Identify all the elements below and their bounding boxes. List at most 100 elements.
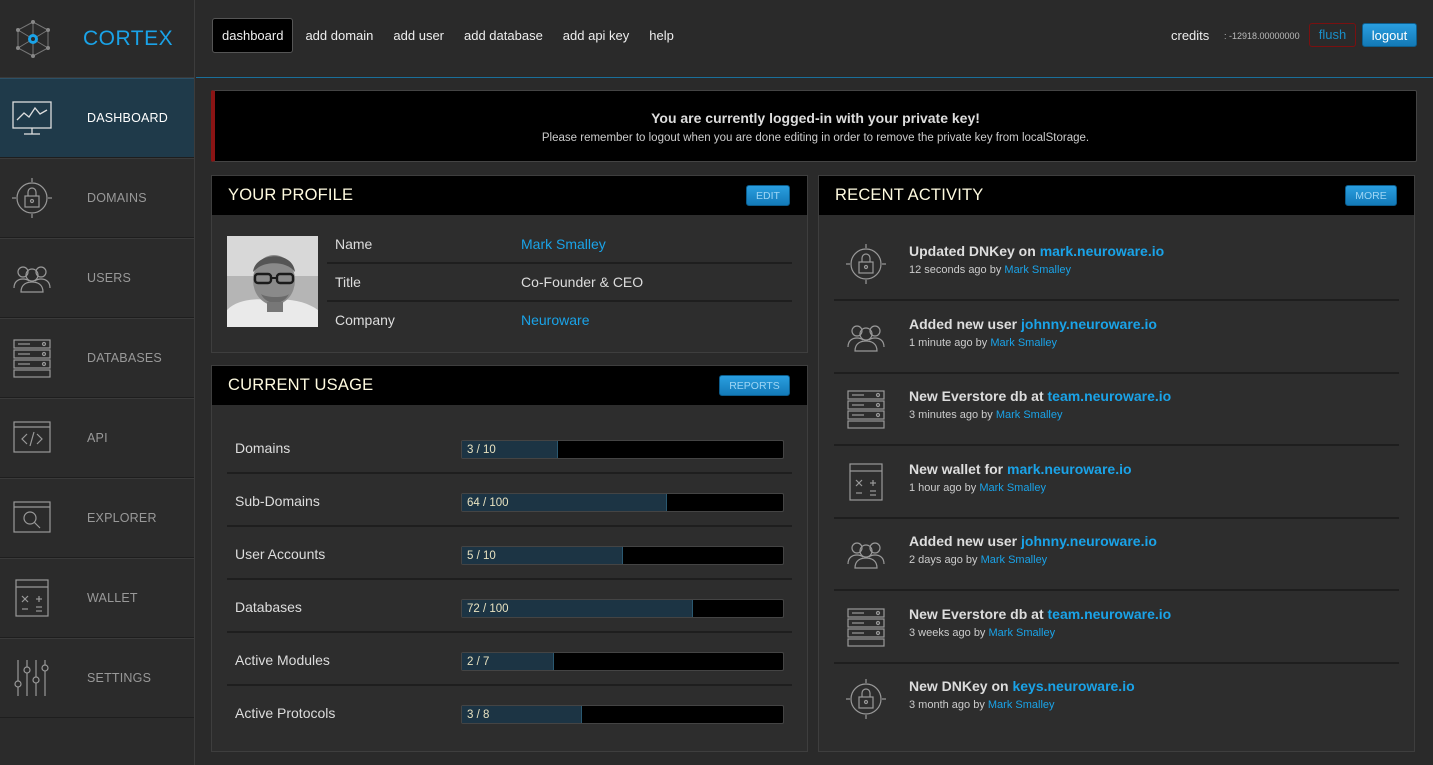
activity-action: New Everstore db at [909,388,1048,404]
activity-text: New wallet for mark.neuroware.io [909,461,1132,477]
usage-row: Sub-Domains 64 / 100 [227,474,792,527]
usage-value: 5 / 10 [467,550,496,562]
activity-target-link[interactable]: keys.neuroware.io [1012,678,1134,694]
usage-progress-bar: 5 / 10 [461,546,784,565]
activity-action: Added new user [909,533,1022,549]
profile-key: Company [335,312,395,328]
avatar [227,236,318,327]
flush-button[interactable]: flush [1309,23,1356,47]
activity-action: New Everstore db at [909,606,1048,622]
sidebar-item-wallet[interactable]: WALLET [0,558,194,638]
logo[interactable]: CORTEX [0,0,194,78]
sidebar-item-label: USERS [87,271,132,285]
activity-action: New DNKey on [909,678,1013,694]
activity-user-link[interactable]: Mark Smalley [989,627,1056,639]
activity-meta: 1 hour ago by Mark Smalley [909,482,1046,494]
usage-value: 64 / 100 [467,497,509,509]
activity-user-link[interactable]: Mark Smalley [979,482,1046,494]
usage-progress-bar: 3 / 10 [461,440,784,459]
activity-text: Added new user johnny.neuroware.io [909,533,1157,549]
usage-row: Domains 3 / 10 [227,421,792,474]
top-bar: dashboard add domain add user add databa… [196,0,1433,78]
sidebar-item-domains[interactable]: DOMAINS [0,158,194,238]
edit-profile-button[interactable]: EDIT [746,185,790,206]
topnav-add-api-key[interactable]: add api key [553,19,640,52]
activity-item: Updated DNKey on mark.neuroware.io 12 se… [834,228,1399,301]
usage-label: Domains [235,440,291,456]
profile-key: Title [335,274,361,290]
profile-company-link[interactable]: Neuroware [521,312,589,328]
credits-label: credits [1171,28,1210,43]
activity-user-link[interactable]: Mark Smalley [990,337,1057,349]
activity-time: 2 days ago by [909,554,981,566]
credits-value: : -12918.00000000 [1224,31,1300,41]
profile-name-link[interactable]: Mark Smalley [521,236,606,252]
activity-target-link[interactable]: team.neuroware.io [1048,388,1172,404]
usage-progress-bar: 2 / 7 [461,652,784,671]
reports-button[interactable]: REPORTS [719,375,790,396]
activity-target-link[interactable]: johnny.neuroware.io [1021,316,1157,332]
activity-panel: RECENT ACTIVITY MORE Updated DNKey on ma… [818,175,1415,752]
usage-row: Databases 72 / 100 [227,580,792,633]
sidebar-item-label: EXPLORER [87,511,157,525]
topnav-add-database[interactable]: add database [454,19,553,52]
database-server-icon [13,339,51,378]
app-name: CORTEX [83,26,174,50]
profile-panel-header: YOUR PROFILE EDIT [212,176,807,215]
topnav-add-user[interactable]: add user [383,19,454,52]
sidebar-item-users[interactable]: USERS [0,238,194,318]
activity-meta: 1 minute ago by Mark Smalley [909,337,1057,349]
usage-label: Sub-Domains [235,493,320,509]
domain-lock-icon [846,244,886,284]
activity-target-link[interactable]: team.neuroware.io [1048,606,1172,622]
activity-target-link[interactable]: mark.neuroware.io [1007,461,1132,477]
domain-lock-icon [846,679,886,719]
activity-time: 3 weeks ago by [909,627,989,639]
sidebar-item-databases[interactable]: DATABASES [0,318,194,398]
usage-row: Active Modules 2 / 7 [227,633,792,686]
profile-title: YOUR PROFILE [228,186,354,204]
activity-user-link[interactable]: Mark Smalley [996,409,1063,421]
activity-text: New DNKey on keys.neuroware.io [909,678,1135,694]
activity-item: New Everstore db at team.neuroware.io 3 … [834,373,1399,446]
topnav-add-domain[interactable]: add domain [295,19,383,52]
profile-row-company: Company Neuroware [327,302,792,340]
activity-item: New wallet for mark.neuroware.io 1 hour … [834,446,1399,519]
sidebar-item-api[interactable]: API [0,398,194,478]
sidebar-item-explorer[interactable]: EXPLORER [0,478,194,558]
activity-time: 1 minute ago by [909,337,991,349]
sidebar-item-label: DASHBOARD [87,111,168,125]
usage-label: Active Protocols [235,705,336,721]
activity-title: RECENT ACTIVITY [835,186,984,204]
profile-panel: YOUR PROFILE EDIT Name Mark Smalley Titl… [211,175,808,353]
activity-user-link[interactable]: Mark Smalley [988,699,1055,711]
usage-value: 72 / 100 [467,603,509,615]
activity-target-link[interactable]: johnny.neuroware.io [1021,533,1157,549]
sidebar-item-label: API [87,431,108,445]
activity-time: 1 hour ago by [909,482,980,494]
users-group-icon [847,542,885,569]
top-nav: dashboard add domain add user add databa… [212,18,684,53]
code-window-icon [13,421,51,453]
activity-meta: 2 days ago by Mark Smalley [909,554,1047,566]
sidebar-item-settings[interactable]: SETTINGS [0,638,194,718]
activity-item: Added new user johnny.neuroware.io 2 day… [834,518,1399,591]
activity-action: Updated DNKey on [909,243,1040,259]
profile-key: Name [335,236,373,252]
usage-label: User Accounts [235,546,326,562]
activity-meta: 12 seconds ago by Mark Smalley [909,264,1071,276]
usage-panel: CURRENT USAGE REPORTS Domains 3 / 10 Sub… [211,365,808,752]
users-group-icon [13,266,51,293]
more-button[interactable]: MORE [1345,185,1397,206]
activity-target-link[interactable]: mark.neuroware.io [1040,243,1165,259]
topnav-help[interactable]: help [639,19,684,52]
activity-user-link[interactable]: Mark Smalley [981,554,1048,566]
topnav-dashboard[interactable]: dashboard [212,18,294,53]
activity-panel-header: RECENT ACTIVITY MORE [819,176,1414,215]
activity-user-link[interactable]: Mark Smalley [1004,264,1071,276]
usage-panel-header: CURRENT USAGE REPORTS [212,366,807,405]
usage-label: Databases [235,599,302,615]
alert-title: You are currently logged-in with your pr… [651,110,980,126]
sidebar-item-dashboard[interactable]: DASHBOARD [0,78,194,158]
logout-button[interactable]: logout [1362,23,1417,47]
